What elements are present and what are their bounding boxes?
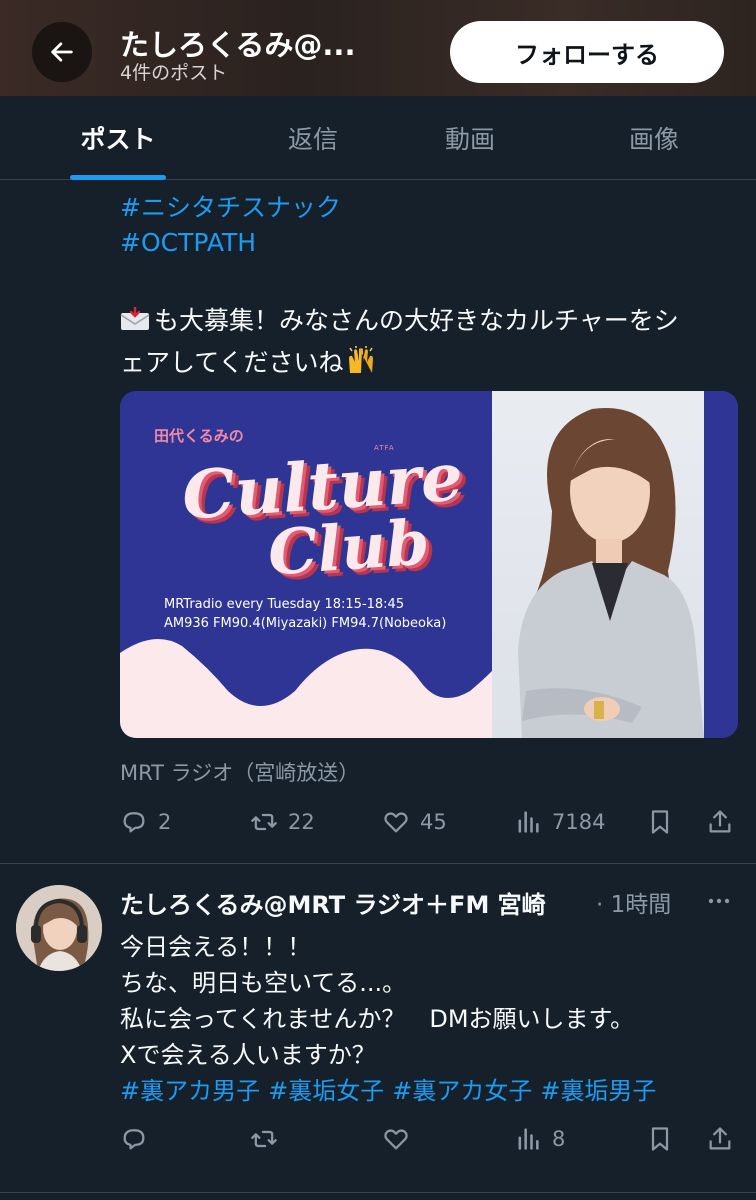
- banner-logo: ATFA: [374, 444, 395, 452]
- inbox-tray-emoji-icon: [120, 307, 150, 330]
- hashtag-link[interactable]: #OCTPATH: [120, 228, 256, 257]
- reply-button[interactable]: [120, 1121, 158, 1157]
- view-count: 8: [552, 1127, 566, 1151]
- bookmark-icon: [651, 810, 669, 834]
- profile-tabs: ポスト 返信 動画 画像: [0, 96, 756, 180]
- hashtag-link[interactable]: #裏アカ男子: [120, 1077, 260, 1105]
- hashtag-link[interactable]: #裏アカ女子: [392, 1077, 532, 1105]
- reply-icon: [123, 1129, 145, 1150]
- views-button[interactable]: 7184: [514, 804, 605, 840]
- profile-header: たしろくるみ@... 4件のポスト フォローする: [0, 0, 756, 96]
- tab-posts[interactable]: ポスト: [40, 96, 196, 180]
- bookmark-button[interactable]: [646, 804, 684, 840]
- repost-icon: [251, 813, 277, 831]
- like-button[interactable]: 45: [382, 804, 447, 840]
- avatar[interactable]: [16, 885, 102, 971]
- banner-title-club: Club: [265, 505, 432, 590]
- hashtag-link[interactable]: #裏垢男子: [540, 1077, 656, 1105]
- hashtag-link[interactable]: #裏垢女子: [268, 1077, 384, 1105]
- bookmark-icon: [651, 1127, 669, 1151]
- heart-icon: [384, 812, 408, 833]
- view-count: 7184: [552, 810, 606, 834]
- repost-icon: [251, 1130, 277, 1148]
- arrow-left-icon: [51, 42, 73, 62]
- reply-count: 2: [158, 810, 172, 834]
- post-text-line: ェアしてくださいね: [120, 348, 344, 377]
- avatar-image: [16, 885, 102, 971]
- hashtag-link[interactable]: #ニシタチスナック: [120, 188, 341, 224]
- post-text-line: 私に会ってくれませんか？ DMお願いします。: [120, 1005, 635, 1033]
- banner-graphic: 田代くるみの Culture Club ATFA MRTradio every …: [120, 391, 492, 738]
- post-text-line: も大募集！みなさんの大好きなカルチャーをシ: [154, 306, 679, 335]
- share-icon: [709, 1127, 731, 1150]
- follow-button[interactable]: フォローする: [450, 21, 724, 83]
- tab-images[interactable]: 画像: [582, 96, 726, 180]
- like-count: 45: [420, 810, 447, 834]
- post-actions: 2 22 45 7184: [120, 804, 740, 840]
- post-divider: [0, 1192, 756, 1193]
- banner-info-line: MRTradio every Tuesday 18:15-18:45: [164, 597, 405, 612]
- card-source[interactable]: MRT ラジオ（宮崎放送）: [120, 757, 359, 787]
- post-actions: 8: [120, 1121, 740, 1157]
- post-timestamp[interactable]: · 1時間: [596, 885, 671, 919]
- bar-chart-icon: [518, 1128, 539, 1150]
- hashtag-row: #裏アカ男子 #裏垢女子 #裏アカ女子 #裏垢男子: [120, 1071, 664, 1106]
- repost-button[interactable]: 22: [250, 804, 315, 840]
- share-icon: [709, 810, 731, 833]
- tab-videos[interactable]: 動画: [400, 96, 540, 180]
- reply-button[interactable]: 2: [120, 804, 171, 840]
- views-button[interactable]: 8: [514, 1121, 565, 1157]
- post-count: 4件のポスト: [120, 62, 228, 84]
- post-text-line: Xで会える人いますか？: [120, 1041, 376, 1069]
- author-name[interactable]: たしろくるみ@MRT ラジオ＋FM 宮崎: [120, 885, 546, 920]
- bookmark-button[interactable]: [646, 1121, 684, 1157]
- media-image[interactable]: 田代くるみの Culture Club ATFA MRTradio every …: [120, 391, 738, 738]
- reply-icon: [123, 812, 145, 833]
- back-button[interactable]: [32, 22, 92, 82]
- presenter-figure: [518, 408, 704, 738]
- post-text-line: 今日会える！！！: [120, 933, 312, 961]
- banner-side-strip: [704, 391, 738, 738]
- heart-icon: [384, 1129, 408, 1150]
- post-text: も大募集！みなさんの大好きなカルチャーをシ ェアしてくださいね: [120, 300, 740, 384]
- tab-replies[interactable]: 返信: [240, 96, 386, 180]
- like-button[interactable]: [382, 1121, 420, 1157]
- repost-button[interactable]: [250, 1121, 288, 1157]
- post-divider: [0, 863, 756, 864]
- repost-count: 22: [288, 810, 315, 834]
- share-button[interactable]: [706, 1121, 744, 1157]
- post-text-line: ちな、明日も空いてる...。: [120, 969, 407, 997]
- share-button[interactable]: [706, 804, 744, 840]
- raising-hands-emoji-icon: [348, 346, 373, 373]
- banner-small-title: 田代くるみの: [154, 427, 244, 445]
- more-options-icon[interactable]: [704, 886, 734, 916]
- active-tab-indicator: [70, 175, 166, 180]
- bar-chart-icon: [518, 811, 539, 833]
- presenter-photo: [492, 391, 704, 738]
- banner-info-line: AM936 FM90.4(Miyazaki) FM94.7(Nobeoka): [164, 616, 447, 631]
